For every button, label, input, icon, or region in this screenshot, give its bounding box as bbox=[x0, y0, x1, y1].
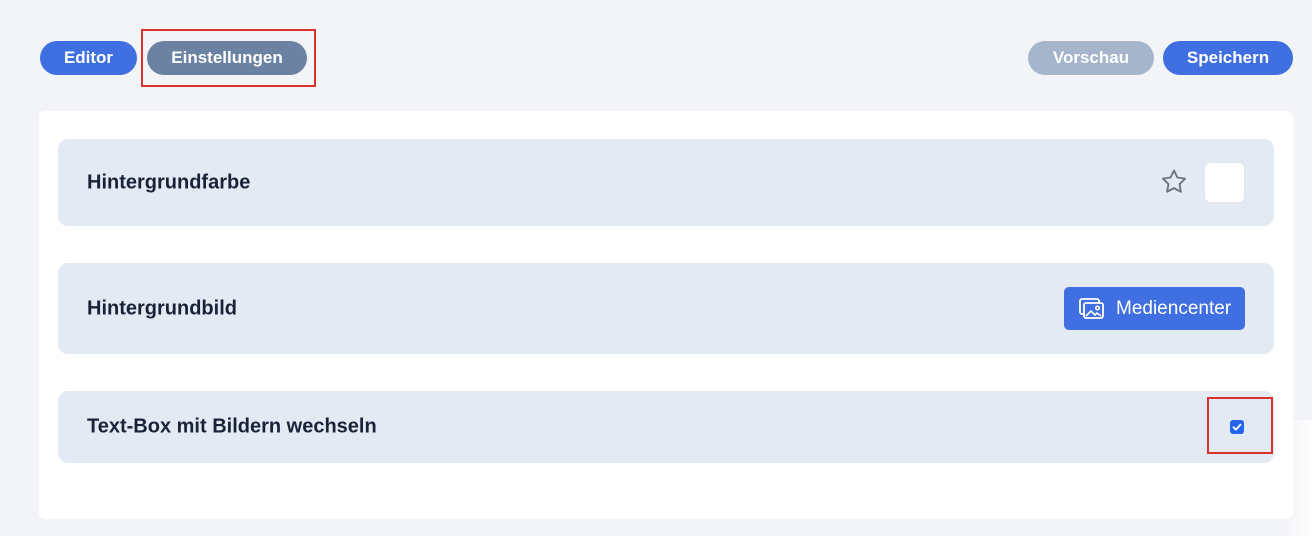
textbox-alternate-label: Text-Box mit Bildern wechseln bbox=[87, 415, 377, 438]
textbox-alternate-checkbox[interactable] bbox=[1230, 420, 1244, 434]
setting-row-textbox-alternate: Text-Box mit Bildern wechseln bbox=[58, 391, 1274, 463]
checkmark-icon bbox=[1232, 423, 1242, 431]
setting-row-background-color: Hintergrundfarbe bbox=[58, 139, 1274, 226]
save-button[interactable]: Speichern bbox=[1163, 41, 1293, 75]
settings-tab-button[interactable]: Einstellungen bbox=[147, 41, 307, 75]
editor-tab-button[interactable]: Editor bbox=[40, 41, 137, 75]
star-icon[interactable] bbox=[1159, 167, 1189, 197]
setting-row-background-image: Hintergrundbild Mediencenter bbox=[58, 263, 1274, 354]
preview-button[interactable]: Vorschau bbox=[1028, 41, 1154, 75]
background-color-swatch[interactable] bbox=[1204, 162, 1245, 203]
media-center-button[interactable]: Mediencenter bbox=[1064, 287, 1245, 330]
background-color-label: Hintergrundfarbe bbox=[87, 171, 251, 193]
image-gallery-icon bbox=[1079, 297, 1104, 320]
toolbar: Editor Einstellungen Vorschau Speichern bbox=[0, 0, 1312, 110]
media-center-button-label: Mediencenter bbox=[1116, 297, 1232, 319]
background-image-label: Hintergrundbild bbox=[87, 297, 237, 319]
